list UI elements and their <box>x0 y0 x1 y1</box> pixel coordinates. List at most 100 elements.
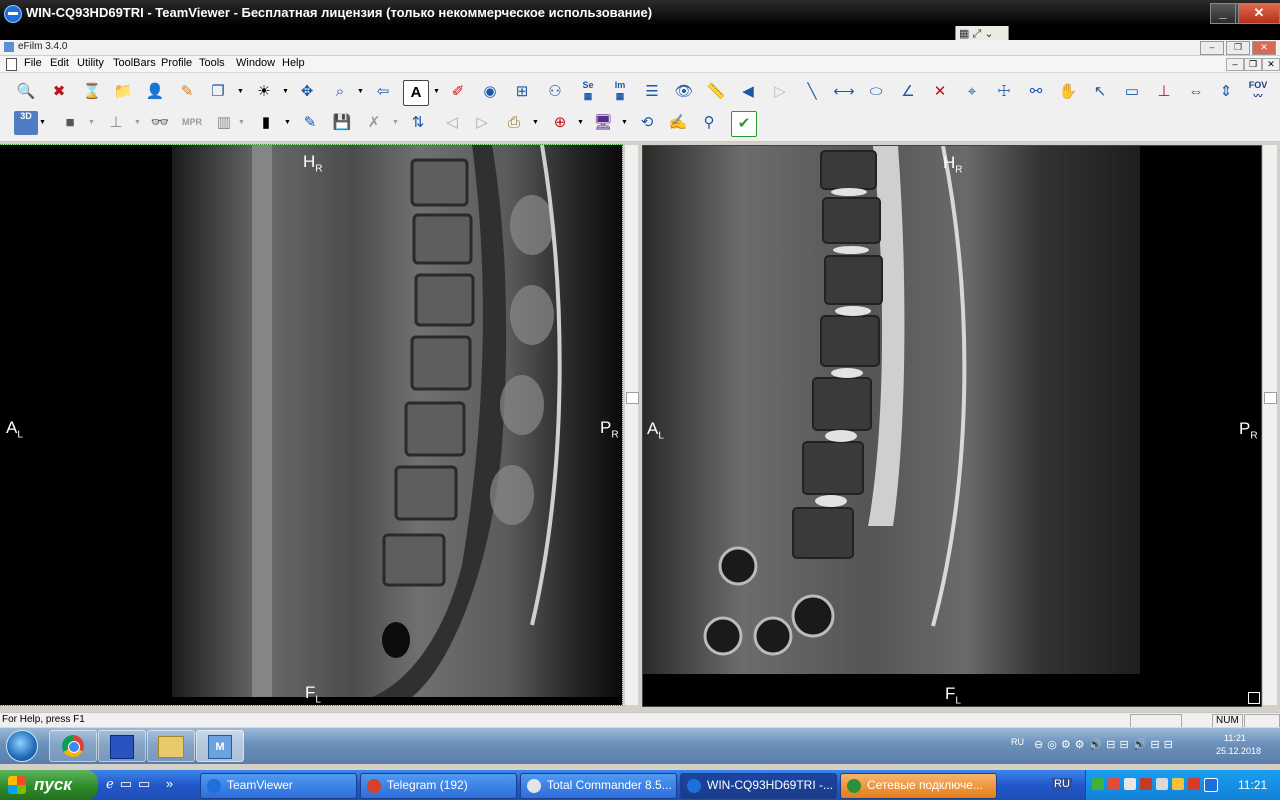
menu-toolbars[interactable]: ToolBars <box>113 57 156 69</box>
menu-edit[interactable]: Edit <box>50 57 69 69</box>
text-annotation-icon[interactable]: A <box>403 80 429 106</box>
menu-utility[interactable]: Utility <box>77 57 104 69</box>
efilm-restore-button[interactable]: ❐ <box>1226 41 1250 55</box>
teamviewer-title-bar[interactable]: WIN-CQ93HD69TRI - TeamViewer - Бесплатна… <box>0 0 1280 26</box>
antivirus-tray-icon[interactable] <box>1108 778 1120 790</box>
eye-icon[interactable]: 👁 <box>672 80 696 104</box>
flip-horizontal-icon[interactable]: ⇔ <box>1184 80 1208 104</box>
quick-launch[interactable]: ℯ▭▭ » <box>106 776 186 794</box>
open-study-icon[interactable]: 🔍 <box>14 80 38 104</box>
task-teamviewer-session[interactable]: WIN-CQ93HD69TRI -... <box>680 773 837 799</box>
cube-dropdown-arrow[interactable]: ▼ <box>88 111 95 135</box>
close-study-icon[interactable]: ✖ <box>47 80 71 104</box>
copy-dropdown-arrow[interactable]: ▼ <box>237 80 244 104</box>
image-layout-icon[interactable]: Im ▦ <box>608 80 632 104</box>
task-total-commander[interactable]: Total Commander 8.5... <box>520 773 677 799</box>
print-dropdown-arrow[interactable]: ▼ <box>532 111 539 135</box>
windows-start-orb-icon[interactable] <box>6 730 38 762</box>
tag-icon[interactable]: ⚲ <box>697 111 721 135</box>
efilm-minimize-button[interactable]: – <box>1200 41 1224 55</box>
edit-red-icon[interactable]: ✍ <box>666 111 690 135</box>
ellipse-roi-icon[interactable]: ⬭ <box>864 80 888 104</box>
chrome-taskbar-icon[interactable] <box>49 730 97 762</box>
disabled-edit-icon[interactable]: ✗ <box>362 111 386 135</box>
mdi-close-button[interactable]: ✕ <box>1262 58 1280 71</box>
ruler-icon[interactable]: 📏 <box>704 80 728 104</box>
viewport-resize-handle[interactable] <box>1248 692 1260 704</box>
edit-note-icon[interactable]: ✐ <box>446 80 470 104</box>
cut-plane-icon[interactable]: ⊥ <box>1152 80 1176 104</box>
fullscreen-icon[interactable]: ⤢ <box>972 28 981 40</box>
scrollbar-left-viewport[interactable] <box>624 145 639 705</box>
chevron-down-icon[interactable]: ⌄ <box>984 28 993 40</box>
efilm-taskbar-icon[interactable]: M <box>196 730 244 762</box>
text-dropdown-arrow[interactable]: ▼ <box>433 80 440 104</box>
network-icon[interactable]: ⇅ <box>406 111 430 135</box>
disabled-edit-dropdown-arrow[interactable]: ▼ <box>392 111 399 135</box>
histogram-icon[interactable]: ▥ <box>212 111 236 135</box>
mpr-plane-icon[interactable]: ▭ <box>1120 80 1144 104</box>
hand-icon[interactable]: ✋ <box>1056 80 1080 104</box>
alert-tray-icon[interactable] <box>1188 778 1200 790</box>
histogram-dropdown-arrow[interactable]: ▼ <box>238 111 245 135</box>
minimize-button[interactable]: _ <box>1210 3 1236 24</box>
volume-tray-icon[interactable] <box>1124 778 1136 790</box>
close-button[interactable]: ✕ <box>1238 3 1280 24</box>
task-network-connections[interactable]: Сетевые подключе... <box>840 773 997 799</box>
sort-back-icon[interactable]: ▷ <box>768 80 792 104</box>
start-button[interactable]: пуск <box>0 770 98 800</box>
task-telegram[interactable]: Telegram (192) <box>360 773 517 799</box>
efilm-close-button[interactable]: ✕ <box>1252 41 1276 55</box>
next-disabled-icon[interactable]: ▷ <box>470 111 494 135</box>
layout-grid-icon[interactable]: ⊞ <box>510 80 534 104</box>
crosshair-icon[interactable]: ⌖ <box>960 80 984 104</box>
sort-forward-icon[interactable]: ◀ <box>736 80 760 104</box>
shield-tray-icon[interactable] <box>1140 778 1152 790</box>
grid-icon[interactable]: ▦ <box>959 28 969 40</box>
checkmark-icon[interactable]: ✔ <box>731 111 757 137</box>
explorer-taskbar-icon[interactable] <box>147 730 195 762</box>
teamviewer-tray-icon[interactable] <box>1204 778 1218 792</box>
axes-icon[interactable]: ⊥ <box>104 111 128 135</box>
scroll-thumb-left[interactable] <box>626 392 639 404</box>
task-teamviewer[interactable]: TeamViewer <box>200 773 357 799</box>
monitor-dropdown-arrow[interactable]: ▼ <box>621 111 628 135</box>
window-level-dropdown-arrow[interactable]: ▼ <box>282 80 289 104</box>
burn-cd-icon[interactable]: ⊕ <box>548 111 572 135</box>
print-icon[interactable]: ⎙ <box>502 111 526 135</box>
remote-tray-icons[interactable]: ⊖◎⚙⚙🔊⊟⊟🔊⊟⊟ <box>1034 738 1184 751</box>
axes-dropdown-arrow[interactable]: ▼ <box>134 111 141 135</box>
hourglass-icon[interactable]: ⌛ <box>80 80 104 104</box>
window-level-icon[interactable]: ☀ <box>252 80 276 104</box>
cine-icon[interactable]: ◉ <box>478 80 502 104</box>
viewport-right[interactable]: HR AL PR FL <box>642 145 1262 707</box>
filmstrip-icon[interactable]: ▮ <box>254 111 278 135</box>
distance-icon[interactable]: ⟷ <box>832 80 856 104</box>
flip-vertical-icon[interactable]: ⇕ <box>1214 80 1238 104</box>
efilm-title-bar[interactable]: eFilm 3.4.0 – ❐ ✕ <box>0 40 1280 56</box>
menu-window[interactable]: Window <box>236 57 275 69</box>
menu-profile[interactable]: Profile <box>161 57 192 69</box>
usb-tray-icon[interactable] <box>1156 778 1168 790</box>
series-layout-icon[interactable]: Se ▦ <box>576 80 600 104</box>
mdi-minimize-button[interactable]: – <box>1226 58 1244 71</box>
zoom-dropdown-arrow[interactable]: ▼ <box>357 80 364 104</box>
save-image-icon[interactable]: 💾 <box>330 111 354 135</box>
edit-image-icon[interactable]: ✎ <box>298 111 322 135</box>
angle-icon[interactable]: ∠ <box>896 80 920 104</box>
delete-annotation-icon[interactable]: ✕ <box>928 80 952 104</box>
remote-language-indicator[interactable]: RU <box>1011 737 1024 747</box>
back-arrow-icon[interactable]: ⇦ <box>371 80 395 104</box>
menu-tools[interactable]: Tools <box>199 57 225 69</box>
zoom-icon[interactable]: ⌕ <box>328 80 352 104</box>
warning-tray-icon[interactable] <box>1172 778 1184 790</box>
local-language-indicator[interactable]: RU <box>1052 778 1072 790</box>
prev-disabled-icon[interactable]: ◁ <box>440 111 464 135</box>
3d-dropdown-arrow[interactable]: ▼ <box>39 111 46 135</box>
cube-icon[interactable]: ■ <box>58 111 82 135</box>
glasses-icon[interactable]: 👓 <box>148 111 172 135</box>
scroll-thumb-right[interactable] <box>1264 392 1277 404</box>
monitor-icon[interactable]: 🖥 <box>591 111 615 135</box>
arrow-annotation-icon[interactable]: ↖ <box>1088 80 1112 104</box>
mpr-icon[interactable]: MPR <box>178 117 206 141</box>
